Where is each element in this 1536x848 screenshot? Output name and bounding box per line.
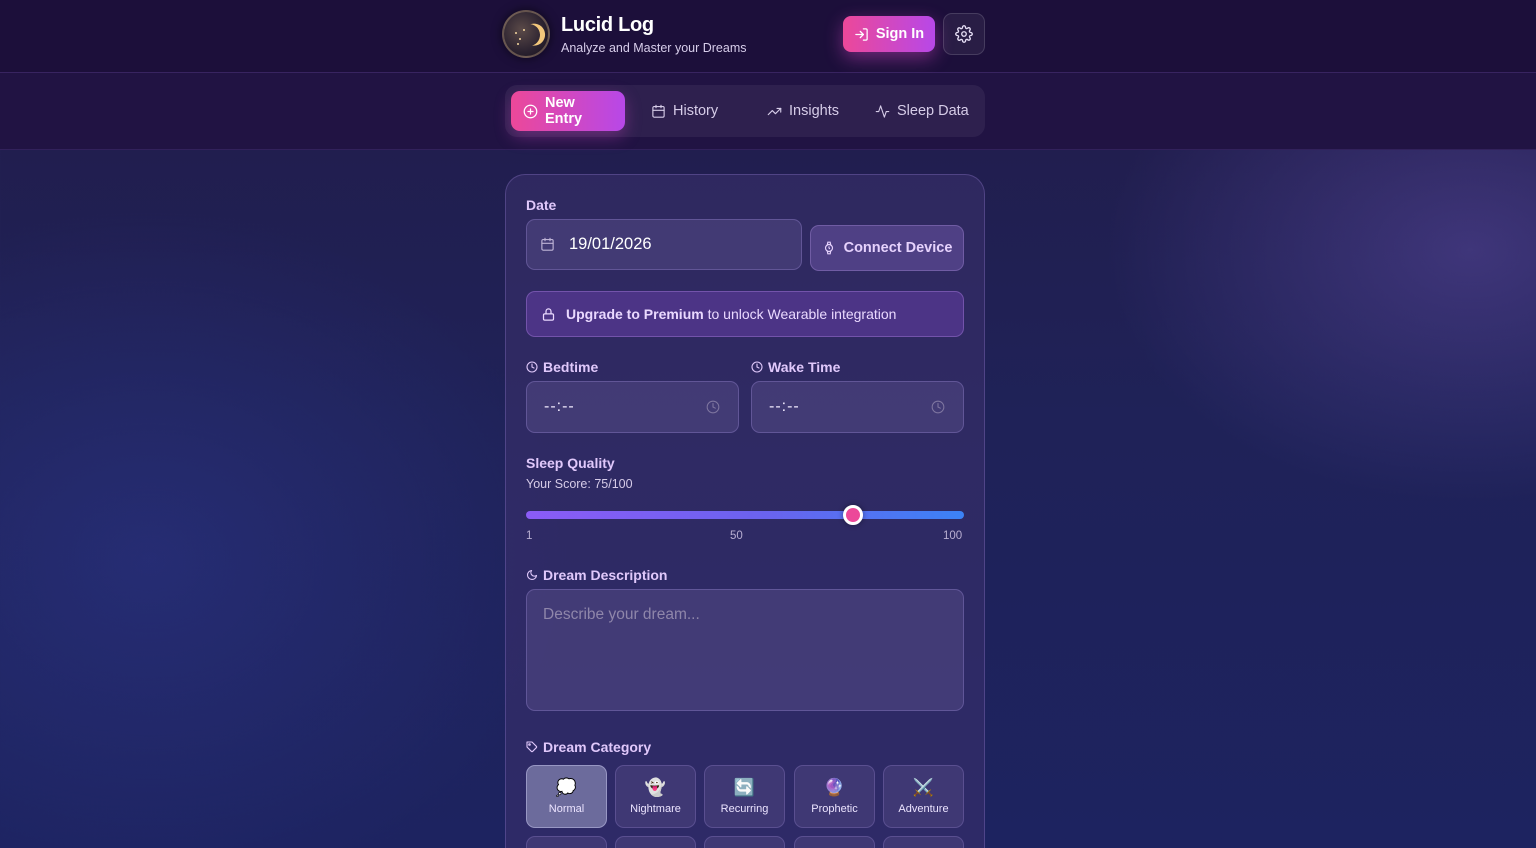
category-label: Prophetic bbox=[811, 803, 858, 815]
category-nightmare[interactable]: 👻 Nightmare bbox=[615, 765, 696, 828]
clock-icon bbox=[751, 361, 763, 373]
crossed-swords-icon: ⚔️ bbox=[912, 778, 935, 797]
wake-time-label-text: Wake Time bbox=[768, 359, 841, 375]
category-tile-partial[interactable] bbox=[883, 836, 964, 848]
clock-icon bbox=[526, 361, 538, 373]
premium-upsell-banner[interactable]: Upgrade to Premium to unlock Wearable in… bbox=[526, 291, 964, 337]
category-tile-partial[interactable] bbox=[526, 836, 607, 848]
bedtime-label: Bedtime bbox=[526, 359, 598, 375]
sign-in-button[interactable]: Sign In bbox=[843, 16, 935, 52]
connect-device-label: Connect Device bbox=[843, 240, 953, 256]
clock-icon[interactable] bbox=[706, 400, 720, 414]
bedtime-input[interactable]: --:-- bbox=[526, 381, 739, 433]
app-logo[interactable] bbox=[502, 10, 550, 58]
tab-label: Insights bbox=[789, 103, 839, 119]
gear-icon bbox=[955, 25, 973, 43]
dream-category-label-text: Dream Category bbox=[543, 739, 652, 755]
plus-circle-icon bbox=[523, 104, 538, 119]
tab-new-entry[interactable]: New Entry bbox=[511, 91, 625, 131]
slider-tick-min: 1 bbox=[526, 530, 533, 542]
dream-category-label: Dream Category bbox=[526, 739, 651, 755]
premium-upgrade-text: Upgrade to Premium bbox=[566, 306, 704, 322]
watch-icon bbox=[822, 240, 836, 256]
tab-label: History bbox=[673, 103, 719, 119]
thought-bubble-icon: 💭 bbox=[555, 778, 578, 797]
moon-icon bbox=[516, 22, 543, 49]
connect-device-button[interactable]: Connect Device bbox=[810, 225, 964, 271]
dream-description-label: Dream Description bbox=[526, 567, 667, 583]
tab-sleep-data[interactable]: Sleep Data bbox=[875, 91, 969, 131]
wake-time-label: Wake Time bbox=[751, 359, 840, 375]
top-bar bbox=[0, 0, 1536, 73]
stardust-dot bbox=[515, 32, 517, 34]
category-label: Adventure bbox=[898, 803, 949, 815]
category-label: Normal bbox=[548, 803, 585, 815]
category-prophetic[interactable]: 🔮 Prophetic bbox=[794, 765, 875, 828]
nav-band: New Entry History Insights Sleep Data bbox=[0, 73, 1536, 150]
log-in-icon bbox=[854, 27, 869, 42]
app-title: Lucid Log bbox=[561, 14, 654, 36]
tab-label: New Entry bbox=[545, 95, 583, 127]
ghost-icon: 👻 bbox=[644, 778, 667, 797]
wake-time-input[interactable]: --:-- bbox=[751, 381, 964, 433]
date-label: Date bbox=[526, 197, 557, 213]
tag-icon bbox=[526, 741, 538, 753]
settings-button[interactable] bbox=[943, 13, 985, 55]
premium-rest-text: to unlock Wearable integration bbox=[707, 306, 897, 322]
category-label: Nightmare bbox=[630, 803, 681, 815]
tab-label: Sleep Data bbox=[897, 103, 969, 119]
bedtime-value: --:-- bbox=[544, 398, 575, 415]
moon-icon bbox=[526, 569, 538, 581]
clock-icon[interactable] bbox=[931, 400, 945, 414]
category-tile-partial[interactable] bbox=[704, 836, 785, 848]
dream-description-label-text: Dream Description bbox=[543, 567, 668, 583]
tab-history[interactable]: History bbox=[651, 91, 718, 131]
stardust-dot bbox=[523, 29, 525, 31]
sign-in-label: Sign In bbox=[875, 26, 925, 42]
calendar-icon bbox=[651, 104, 666, 119]
slider-tick-max: 100 bbox=[943, 530, 963, 542]
dream-description-textarea[interactable]: Describe your dream... bbox=[526, 589, 964, 711]
slider-tick-mid: 50 bbox=[730, 530, 743, 542]
repeat-icon: 🔄 bbox=[733, 778, 756, 797]
calendar-icon bbox=[540, 237, 555, 252]
sleep-quality-label: Sleep Quality bbox=[526, 455, 615, 471]
category-adventure[interactable]: ⚔️ Adventure bbox=[883, 765, 964, 828]
stardust-dot bbox=[517, 43, 519, 45]
wake-time-value: --:-- bbox=[769, 398, 800, 415]
category-label: Recurring bbox=[720, 803, 769, 815]
stardust-dot bbox=[519, 38, 521, 40]
category-tile-partial[interactable] bbox=[615, 836, 696, 848]
trending-up-icon bbox=[767, 104, 782, 119]
app-subtitle: Analyze and Master your Dreams bbox=[561, 41, 747, 55]
date-input[interactable]: 19/01/2026 bbox=[526, 219, 802, 270]
lock-icon bbox=[541, 307, 556, 322]
category-normal[interactable]: 💭 Normal bbox=[526, 765, 607, 828]
sleep-score-text: Your Score: 75/100 bbox=[526, 477, 633, 491]
crystal-ball-icon: 🔮 bbox=[823, 778, 846, 797]
bedtime-label-text: Bedtime bbox=[543, 359, 599, 375]
date-value: 19/01/2026 bbox=[569, 235, 652, 253]
activity-icon bbox=[875, 104, 890, 119]
sleep-quality-slider[interactable] bbox=[526, 511, 964, 519]
category-recurring[interactable]: 🔄 Recurring bbox=[704, 765, 785, 828]
category-tile-partial[interactable] bbox=[794, 836, 875, 848]
tab-bar: New Entry History Insights Sleep Data bbox=[505, 85, 985, 137]
tab-insights[interactable]: Insights bbox=[767, 91, 839, 131]
